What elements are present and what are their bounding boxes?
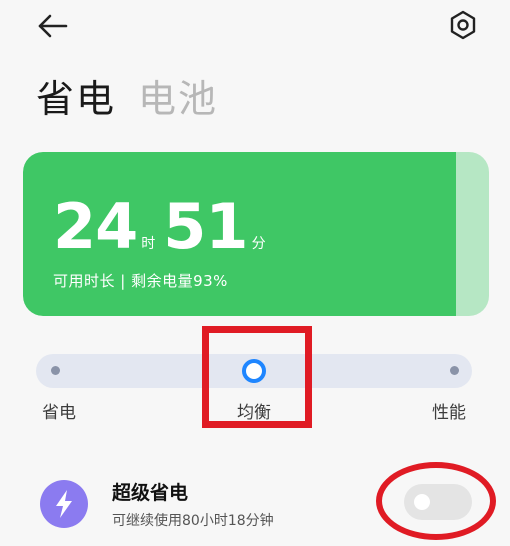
minutes-value: 51 — [163, 190, 248, 263]
tab-battery[interactable]: 电池 — [138, 76, 218, 122]
mode-label-balanced[interactable]: 均衡 — [237, 398, 271, 423]
mode-dot-power-saving[interactable] — [51, 366, 60, 375]
remaining-time: 24 时 51 分 — [53, 192, 274, 262]
mode-dot-balanced-selected[interactable] — [242, 359, 266, 383]
mode-label-power-saving[interactable]: 省电 — [42, 398, 76, 423]
super-saver-subtitle: 可继续使用80小时18分钟 — [112, 513, 274, 529]
minutes-unit: 分 — [251, 236, 266, 252]
toggle-knob — [414, 494, 430, 510]
mode-label-performance[interactable]: 性能 — [432, 398, 466, 423]
mode-dot-performance[interactable] — [450, 366, 459, 375]
power-mode-slider[interactable] — [36, 354, 472, 388]
tab-power-saving[interactable]: 省电 — [36, 76, 116, 122]
page-tabs: 省电 电池 — [36, 66, 218, 122]
super-saver-title: 超级省电 — [112, 482, 189, 504]
battery-status-card: 24 时 51 分 可用时长 | 剩余电量93% — [23, 152, 489, 316]
super-saver-toggle[interactable] — [404, 484, 472, 520]
gear-icon[interactable] — [448, 10, 478, 40]
top-bar — [0, 0, 510, 56]
super-saver-row[interactable]: 超级省电 可继续使用80小时18分钟 — [0, 468, 510, 546]
hours-value: 24 — [53, 190, 138, 263]
battery-subtitle: 可用时长 | 剩余电量93% — [53, 272, 228, 290]
super-saver-icon-badge — [40, 480, 88, 528]
lightning-bolt-icon — [56, 490, 72, 518]
back-arrow-icon[interactable] — [36, 12, 68, 40]
hours-unit: 时 — [141, 236, 156, 252]
